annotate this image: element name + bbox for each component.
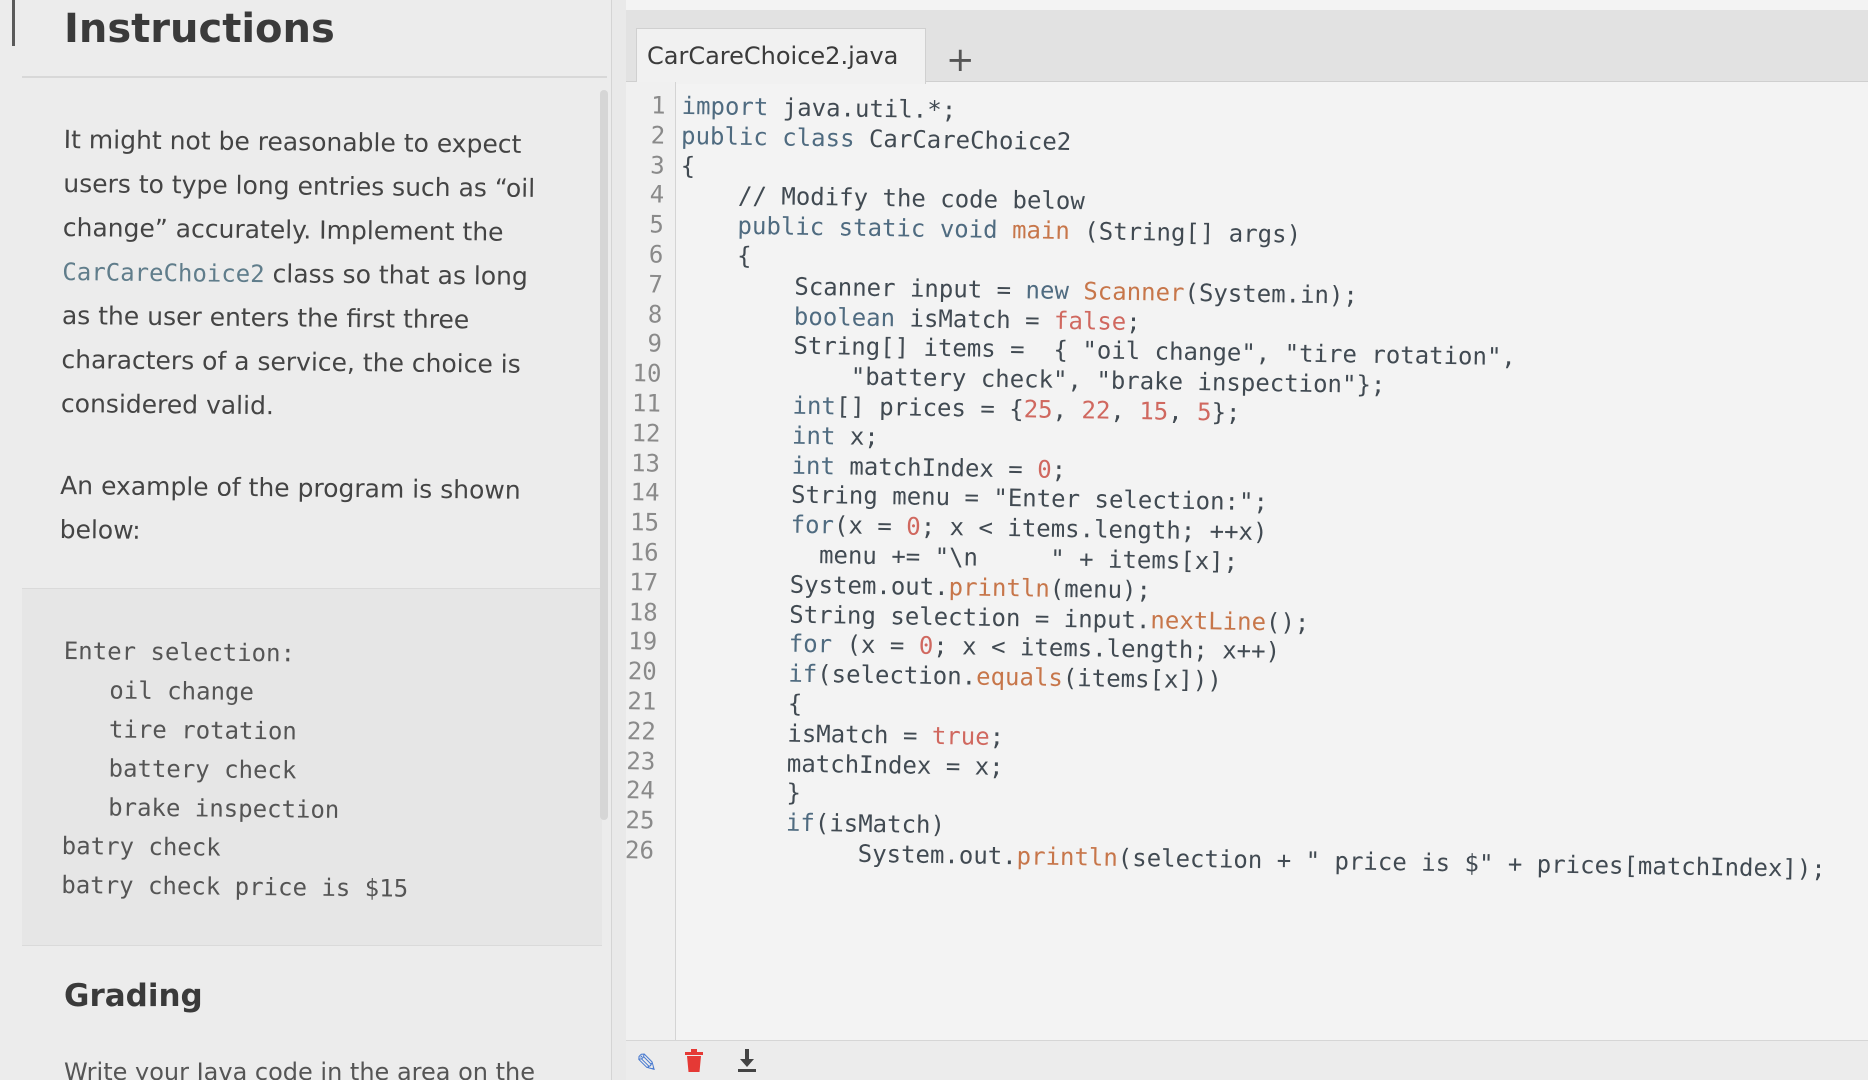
code-area[interactable]: 1 import java.util.*; 2 public class CarCar…: [625, 82, 1868, 1040]
code-token: };: [1211, 398, 1241, 427]
grading-heading: Grading: [64, 978, 203, 1014]
example-intro: An example of the program is shown below…: [59, 470, 521, 545]
line-number: 26: [624, 836, 655, 865]
example-line: batry check: [61, 831, 221, 862]
code-token: (selection.: [817, 660, 977, 691]
code-token: for: [790, 510, 835, 540]
code-token: new: [1025, 276, 1070, 305]
code-token: println: [1016, 842, 1119, 872]
title-divider: [22, 76, 607, 78]
code-token: public static void: [737, 211, 998, 245]
code-token: {: [679, 240, 752, 270]
code-token: 5: [1196, 398, 1212, 427]
code-token: ;: [1126, 307, 1141, 336]
code-token: 0: [918, 632, 934, 661]
download-icon[interactable]: [736, 1049, 758, 1080]
code-token: (x =: [831, 630, 920, 661]
code-token: {: [672, 687, 803, 718]
code-token: 0: [906, 512, 921, 541]
code-token: 22: [1081, 396, 1111, 425]
instructions-title: Instructions: [64, 6, 335, 52]
pencil-icon[interactable]: ✎: [636, 1049, 658, 1079]
code-token: int: [791, 421, 836, 451]
code-token: false: [1053, 306, 1127, 336]
code-token: 25: [1023, 395, 1053, 424]
code-token: isMatch =: [894, 303, 1055, 335]
code-token: for: [788, 630, 833, 659]
code-text: System.out.println(selection + " price i…: [670, 834, 1826, 886]
trash-icon[interactable]: [684, 1049, 704, 1080]
code-token: CarCareChoice2: [854, 124, 1072, 156]
instructions-panel: Instructions It might not be reasonable …: [0, 0, 612, 1080]
code-token: boolean: [793, 302, 896, 332]
add-tab-button[interactable]: +: [946, 40, 975, 80]
code-token: import: [681, 91, 769, 122]
code-token: ;: [989, 722, 1005, 751]
code-token: true: [931, 721, 990, 751]
code-token: main: [1011, 216, 1071, 246]
editor-toolbar: ✎: [626, 1040, 1868, 1080]
paragraph-text: It might not be reasonable to expect use…: [62, 124, 536, 247]
code-token: ,: [1167, 397, 1198, 427]
code-token: x;: [835, 422, 879, 451]
code-token: {: [680, 151, 696, 180]
code-token: equals: [975, 662, 1064, 693]
code-token: (items[x])): [1062, 664, 1222, 695]
code-token: if: [788, 659, 818, 689]
panel-accent-bar: [12, 0, 15, 46]
code-token: public class: [680, 121, 855, 153]
code-token: ();: [1265, 607, 1310, 637]
example-line: battery check: [108, 754, 297, 785]
example-line: brake inspection: [108, 793, 340, 824]
code-token: System.out.: [669, 836, 1017, 871]
code-token: (menu);: [1049, 574, 1152, 605]
example-line: tire rotation: [108, 715, 297, 746]
code-token: Scanner: [1083, 277, 1185, 307]
example-line: batry check price is $15: [61, 870, 409, 903]
instructions-body: It might not be reasonable to expect use…: [59, 118, 564, 595]
instructions-scrollbar[interactable]: [600, 90, 608, 820]
code-token: (isMatch): [814, 809, 946, 840]
code-token: ,: [1052, 395, 1082, 425]
example-line: oil change: [109, 676, 255, 706]
code-token: 0: [1037, 455, 1052, 484]
code-line: 26 System.out.println(selection + " pric…: [614, 833, 1826, 883]
code-text: public class CarCareChoice2: [681, 119, 1072, 159]
instructions-paragraph: It might not be reasonable to expect use…: [61, 118, 564, 431]
code-token: if: [785, 808, 816, 838]
example-output: Enter selection: oil change tire rotation b…: [61, 632, 584, 910]
code-token: println: [948, 572, 1051, 603]
code-token: (x =: [833, 511, 907, 541]
class-name-code: CarCareChoice2: [62, 257, 265, 289]
code-token: nextLine: [1150, 605, 1267, 636]
code-editor: CarCareChoice2.java + 1 import java.util.…: [625, 0, 1868, 1080]
example-line: Enter selection:: [63, 636, 296, 668]
code-token: ,: [1110, 396, 1140, 426]
code-token: }: [670, 777, 802, 808]
code-text: public static void main (String[] args): [679, 208, 1301, 252]
editor-tab-bar: CarCareChoice2.java +: [626, 10, 1868, 84]
code-token: int: [791, 451, 836, 480]
tab-carcarechoice2[interactable]: CarCareChoice2.java: [636, 28, 926, 84]
code-token: 15: [1139, 397, 1169, 426]
code-lines: 1 import java.util.*; 2 public class CarCar…: [611, 82, 1868, 1059]
code-token: (System.in);: [1184, 278, 1359, 310]
grading-text: Write your Java code in the area on the: [64, 1058, 535, 1080]
code-token: (String[] args): [1069, 217, 1302, 249]
code-token: (selection + " price is $" + prices[matc…: [1117, 843, 1826, 883]
code-token: ;: [1051, 455, 1067, 484]
code-token: int: [792, 391, 837, 421]
